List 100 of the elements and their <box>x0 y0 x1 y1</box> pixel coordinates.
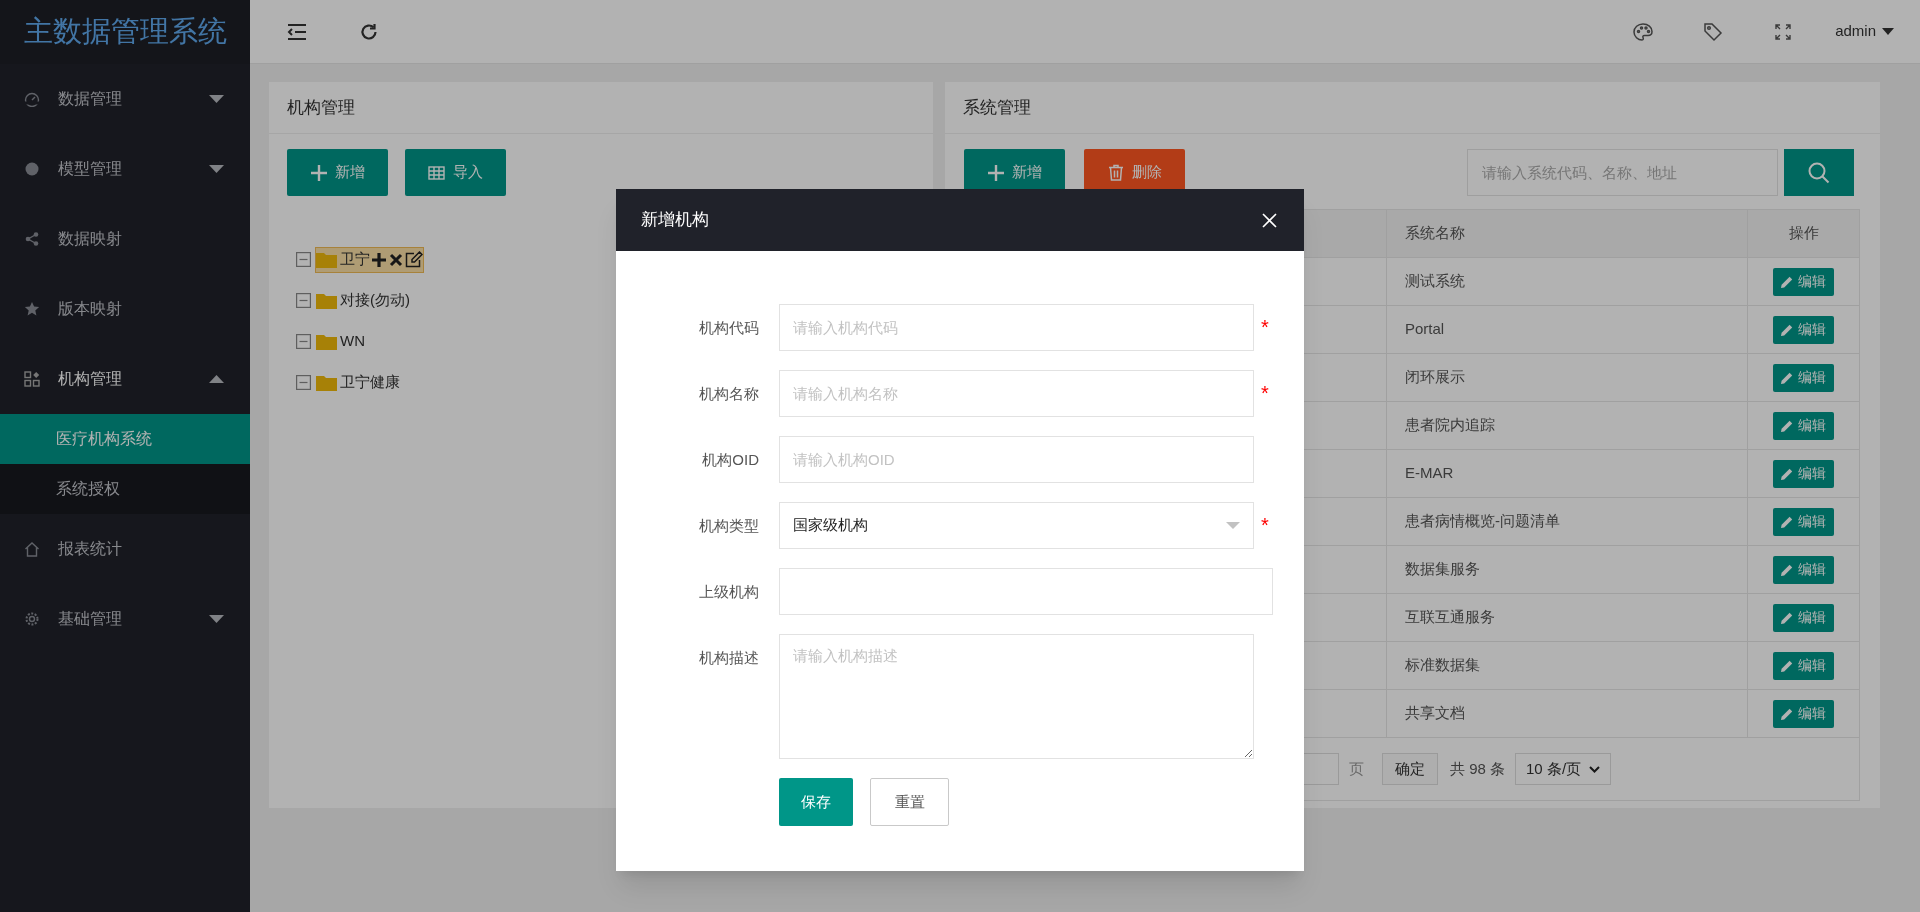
sidebar-item[interactable]: 基础管理 <box>0 584 250 654</box>
column-header: 系统名称 <box>1387 210 1748 257</box>
palette-icon[interactable] <box>1633 22 1654 41</box>
table-cell: 共享文档 <box>1387 690 1748 737</box>
sidebar-item[interactable]: 数据映射 <box>0 204 250 274</box>
sidebar-item[interactable]: 报表统计 <box>0 514 250 584</box>
sidebar-item[interactable]: 模型管理 <box>0 134 250 204</box>
circle-icon <box>24 161 40 177</box>
save-button[interactable]: 保存 <box>779 778 853 826</box>
edit-button[interactable]: 编辑 <box>1773 603 1834 632</box>
folder-icon <box>316 251 337 268</box>
edit-button[interactable]: 编辑 <box>1773 267 1834 296</box>
table-cell: 患者院内追踪 <box>1387 402 1748 449</box>
input-field[interactable]: 请输入机构名称 <box>779 370 1254 417</box>
import-button[interactable]: 导入 <box>405 149 506 196</box>
refresh-icon[interactable] <box>359 21 379 42</box>
table-cell: 数据集服务 <box>1387 546 1748 593</box>
required-mark: * <box>1261 513 1269 538</box>
close-icon <box>1261 212 1277 228</box>
apps-icon <box>24 371 40 387</box>
sidebar-item[interactable]: 机构管理 <box>0 344 250 414</box>
pencil-icon <box>1781 515 1793 528</box>
reset-button[interactable]: 重置 <box>870 778 949 826</box>
pencil-icon <box>1781 611 1793 624</box>
required-mark: * <box>1261 315 1269 340</box>
collapse-toggle-icon[interactable] <box>296 293 311 308</box>
table-icon <box>428 165 445 180</box>
caret-icon <box>1882 28 1894 35</box>
table-cell: 标准数据集 <box>1387 642 1748 689</box>
sidebar-item[interactable]: 版本映射 <box>0 274 250 344</box>
edit-button[interactable]: 编辑 <box>1773 411 1834 440</box>
page-size-select[interactable]: 10 条/页 <box>1515 753 1612 785</box>
plus-icon <box>310 164 327 181</box>
tree-node[interactable]: 对接(勿动) <box>315 287 414 314</box>
edit-button[interactable]: 编辑 <box>1773 459 1834 488</box>
collapse-toggle-icon[interactable] <box>296 334 311 349</box>
submenu-item[interactable]: 医疗机构系统 <box>0 414 250 464</box>
submenu-item[interactable]: 系统授权 <box>0 464 250 514</box>
fullscreen-icon[interactable] <box>1775 23 1792 40</box>
folder-icon <box>316 292 337 309</box>
pencil-icon <box>1781 563 1793 576</box>
pencil-icon <box>1781 323 1793 336</box>
tree-node[interactable]: WN <box>315 328 369 355</box>
edit-button[interactable]: 编辑 <box>1773 363 1834 392</box>
pencil-icon <box>1781 419 1793 432</box>
input-field[interactable] <box>779 568 1273 615</box>
tag-icon[interactable] <box>1703 21 1724 42</box>
type-select[interactable]: 国家级机构 <box>779 502 1254 549</box>
input-field[interactable]: 请输入机构OID <box>779 436 1254 483</box>
column-header: 操作 <box>1787 223 1820 244</box>
description-field[interactable]: 请输入机构描述 <box>779 634 1254 759</box>
pencil-icon <box>1781 371 1793 384</box>
tree-node[interactable]: 卫宁 <box>315 246 424 273</box>
caret-icon <box>1226 522 1240 529</box>
total-count: 共 98 条 <box>1450 758 1506 779</box>
confirm-button[interactable]: 确定 <box>1382 753 1438 785</box>
add-node-icon[interactable] <box>371 251 387 268</box>
edit-node-icon[interactable] <box>405 251 423 268</box>
collapse-toggle-icon[interactable] <box>296 375 311 390</box>
input-field[interactable]: 请输入机构代码 <box>779 304 1254 351</box>
tree-node[interactable]: 卫宁健康 <box>315 369 404 396</box>
table-cell: 患者病情概览-问题清单 <box>1387 498 1748 545</box>
edit-button[interactable]: 编辑 <box>1773 555 1834 584</box>
user-menu[interactable]: admin <box>1835 20 1894 43</box>
table-cell: E-MAR <box>1387 450 1748 497</box>
field-label: 机构类型 <box>698 516 759 536</box>
collapse-toggle-icon[interactable] <box>296 252 311 267</box>
trash-icon <box>1107 164 1124 181</box>
field-label: 机构描述 <box>698 648 759 668</box>
field-label: 上级机构 <box>698 582 759 602</box>
field-label: 机构名称 <box>698 384 759 404</box>
home-icon <box>24 541 40 557</box>
chevron-down-icon <box>1589 765 1601 773</box>
table-cell: Portal <box>1387 306 1748 353</box>
gauge-icon <box>24 91 40 107</box>
delete-node-icon[interactable] <box>389 252 403 267</box>
edit-button[interactable]: 编辑 <box>1773 699 1834 728</box>
folder-icon <box>316 333 337 350</box>
edit-button[interactable]: 编辑 <box>1773 315 1834 344</box>
app-title: 主数据管理系统 <box>24 14 227 50</box>
field-label: 机构OID <box>701 450 759 470</box>
table-cell: 闭环展示 <box>1387 354 1748 401</box>
pencil-icon <box>1781 659 1793 672</box>
search-icon <box>1807 160 1831 185</box>
gear-icon <box>24 611 40 627</box>
add-button[interactable]: 新增 <box>287 149 388 196</box>
menu-collapse-icon[interactable] <box>287 23 307 40</box>
pencil-icon <box>1781 275 1793 288</box>
close-button[interactable] <box>1259 210 1279 230</box>
pencil-icon <box>1781 707 1793 720</box>
panel-title: 机构管理 <box>287 96 355 119</box>
required-mark: * <box>1261 381 1269 406</box>
edit-button[interactable]: 编辑 <box>1773 507 1834 536</box>
search-button[interactable] <box>1784 149 1854 196</box>
field-label: 机构代码 <box>698 318 759 338</box>
share-icon <box>24 231 40 247</box>
sidebar-item[interactable]: 数据管理 <box>0 64 250 134</box>
edit-button[interactable]: 编辑 <box>1773 651 1834 680</box>
table-cell: 测试系统 <box>1387 258 1748 305</box>
dialog-title: 新增机构 <box>641 209 709 232</box>
